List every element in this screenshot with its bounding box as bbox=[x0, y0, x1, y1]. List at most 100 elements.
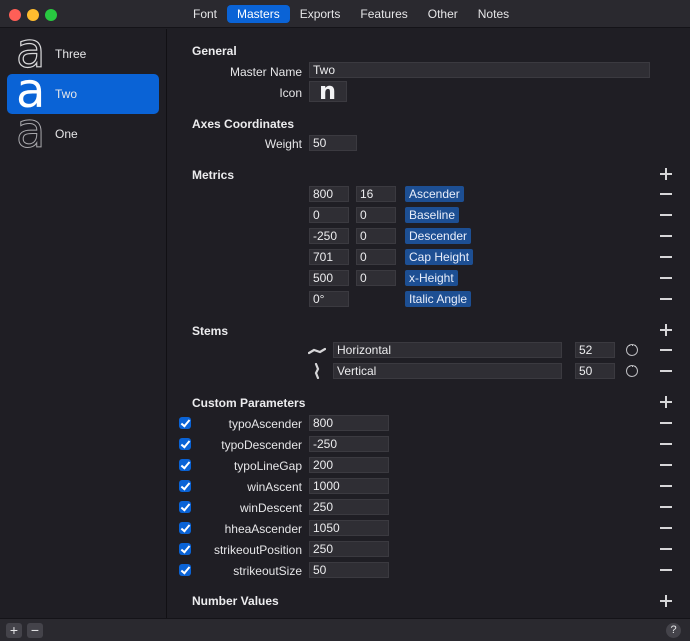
parameter-value-field[interactable]: -250 bbox=[309, 436, 389, 452]
tab-other[interactable]: Other bbox=[418, 5, 468, 23]
remove-stem-button[interactable] bbox=[660, 344, 672, 356]
remove-parameter-button[interactable] bbox=[660, 480, 672, 492]
master-preview-glyph: a bbox=[15, 103, 46, 160]
parameter-enabled-checkbox[interactable] bbox=[179, 522, 191, 534]
master-settings-panel: General Master Name Two Icon n Axes Coor… bbox=[168, 29, 690, 618]
icon-label: Icon bbox=[279, 86, 302, 100]
remove-metric-button[interactable] bbox=[660, 209, 672, 221]
minimize-window-button[interactable] bbox=[27, 9, 39, 21]
parameter-name: typoLineGap bbox=[233, 459, 302, 473]
master-name-field[interactable]: Two bbox=[309, 62, 650, 78]
metric-name-tag[interactable]: Baseline bbox=[405, 207, 460, 223]
metric-value-field[interactable]: 500 bbox=[309, 270, 349, 286]
parameter-enabled-checkbox[interactable] bbox=[179, 543, 191, 555]
parameter-name: typoDescender bbox=[221, 438, 302, 452]
remove-parameter-button[interactable] bbox=[660, 459, 672, 471]
metric-overshoot-field[interactable]: 0 bbox=[356, 270, 396, 286]
tab-bar: Font Masters Exports Features Other Note… bbox=[183, 5, 519, 23]
remove-metric-button[interactable] bbox=[660, 293, 672, 305]
metric-overshoot-field[interactable]: 0 bbox=[356, 207, 396, 223]
parameter-name: hheaAscender bbox=[224, 522, 302, 536]
parameter-value-field[interactable]: 250 bbox=[309, 499, 389, 515]
axes-section-title: Axes Coordinates bbox=[192, 117, 295, 131]
stem-options-icon[interactable] bbox=[626, 340, 638, 356]
add-master-button[interactable]: + bbox=[6, 623, 22, 638]
remove-parameter-button[interactable] bbox=[660, 522, 672, 534]
tab-features[interactable]: Features bbox=[350, 5, 417, 23]
metric-overshoot-field[interactable]: 16 bbox=[356, 186, 396, 202]
remove-parameter-button[interactable] bbox=[660, 543, 672, 555]
parameter-enabled-checkbox[interactable] bbox=[179, 480, 191, 492]
master-item-label: One bbox=[55, 127, 78, 141]
stem-name-field[interactable]: Horizontal bbox=[333, 342, 562, 358]
remove-parameter-button[interactable] bbox=[660, 564, 672, 576]
metric-value-field[interactable]: -250 bbox=[309, 228, 349, 244]
vertical-stem-icon bbox=[314, 363, 320, 379]
remove-metric-button[interactable] bbox=[660, 251, 672, 263]
metric-name-tag[interactable]: Cap Height bbox=[405, 249, 474, 265]
stem-value-field[interactable]: 52 bbox=[575, 342, 615, 358]
add-number-value-button[interactable] bbox=[660, 595, 672, 607]
stem-name-field[interactable]: Vertical bbox=[333, 363, 562, 379]
bottom-toolbar: + − ? bbox=[0, 618, 690, 641]
remove-metric-button[interactable] bbox=[660, 188, 672, 200]
zoom-window-button[interactable] bbox=[45, 9, 57, 21]
masters-sidebar: a Three a Two a One bbox=[0, 22, 167, 618]
close-window-button[interactable] bbox=[9, 9, 21, 21]
custom-parameters-section-title: Custom Parameters bbox=[192, 396, 306, 410]
metric-value-field[interactable]: 800 bbox=[309, 186, 349, 202]
metric-value-field[interactable]: 701 bbox=[309, 249, 349, 265]
master-name-label: Master Name bbox=[229, 65, 302, 79]
metric-overshoot-field[interactable]: 0 bbox=[356, 249, 396, 265]
metric-value-field[interactable]: 0 bbox=[309, 207, 349, 223]
parameter-value-field[interactable]: 1000 bbox=[309, 478, 389, 494]
parameter-name: winDescent bbox=[239, 501, 302, 515]
help-button[interactable]: ? bbox=[666, 623, 681, 638]
master-icon-glyph: n bbox=[319, 77, 337, 105]
parameter-enabled-checkbox[interactable] bbox=[179, 564, 191, 576]
weight-field[interactable]: 50 bbox=[309, 135, 357, 151]
remove-master-button[interactable]: − bbox=[27, 623, 43, 638]
remove-parameter-button[interactable] bbox=[660, 417, 672, 429]
metric-name-tag[interactable]: Italic Angle bbox=[405, 291, 472, 307]
master-item-label: Two bbox=[55, 87, 78, 101]
remove-stem-button[interactable] bbox=[660, 365, 672, 377]
parameter-value-field[interactable]: 200 bbox=[309, 457, 389, 473]
add-custom-parameter-button[interactable] bbox=[660, 396, 672, 408]
parameter-name: strikeoutSize bbox=[233, 564, 302, 578]
metric-name-tag[interactable]: x-Height bbox=[405, 270, 458, 286]
remove-parameter-button[interactable] bbox=[660, 438, 672, 450]
stem-options-icon[interactable] bbox=[626, 361, 638, 377]
parameter-enabled-checkbox[interactable] bbox=[179, 501, 191, 513]
metrics-section-title: Metrics bbox=[192, 168, 235, 182]
tab-exports[interactable]: Exports bbox=[290, 5, 351, 23]
metric-value-field[interactable]: 0° bbox=[309, 291, 349, 307]
metric-overshoot-field[interactable]: 0 bbox=[356, 228, 396, 244]
parameter-enabled-checkbox[interactable] bbox=[179, 459, 191, 471]
add-stem-button[interactable] bbox=[660, 324, 672, 336]
tab-notes[interactable]: Notes bbox=[468, 5, 519, 23]
parameter-value-field[interactable]: 1050 bbox=[309, 520, 389, 536]
parameter-enabled-checkbox[interactable] bbox=[179, 417, 191, 429]
parameter-value-field[interactable]: 50 bbox=[309, 562, 389, 578]
remove-metric-button[interactable] bbox=[660, 230, 672, 242]
parameter-enabled-checkbox[interactable] bbox=[179, 438, 191, 450]
remove-metric-button[interactable] bbox=[660, 272, 672, 284]
horizontal-stem-icon bbox=[308, 347, 326, 355]
number-values-section-title: Number Values bbox=[192, 594, 279, 608]
tab-font[interactable]: Font bbox=[183, 5, 227, 23]
parameter-name: strikeoutPosition bbox=[213, 543, 302, 557]
master-icon-picker[interactable]: n bbox=[309, 77, 347, 105]
parameter-value-field[interactable]: 250 bbox=[309, 541, 389, 557]
stem-value-field[interactable]: 50 bbox=[575, 363, 615, 379]
tab-masters[interactable]: Masters bbox=[227, 5, 290, 23]
add-metric-button[interactable] bbox=[660, 168, 672, 180]
master-item-label: Three bbox=[55, 47, 87, 61]
master-item-one[interactable]: a One bbox=[7, 103, 159, 160]
weight-label: Weight bbox=[264, 137, 302, 151]
metric-name-tag[interactable]: Descender bbox=[405, 228, 472, 244]
remove-parameter-button[interactable] bbox=[660, 501, 672, 513]
parameter-value-field[interactable]: 800 bbox=[309, 415, 389, 431]
metric-name-tag[interactable]: Ascender bbox=[405, 186, 464, 202]
stems-section-title: Stems bbox=[192, 324, 229, 338]
